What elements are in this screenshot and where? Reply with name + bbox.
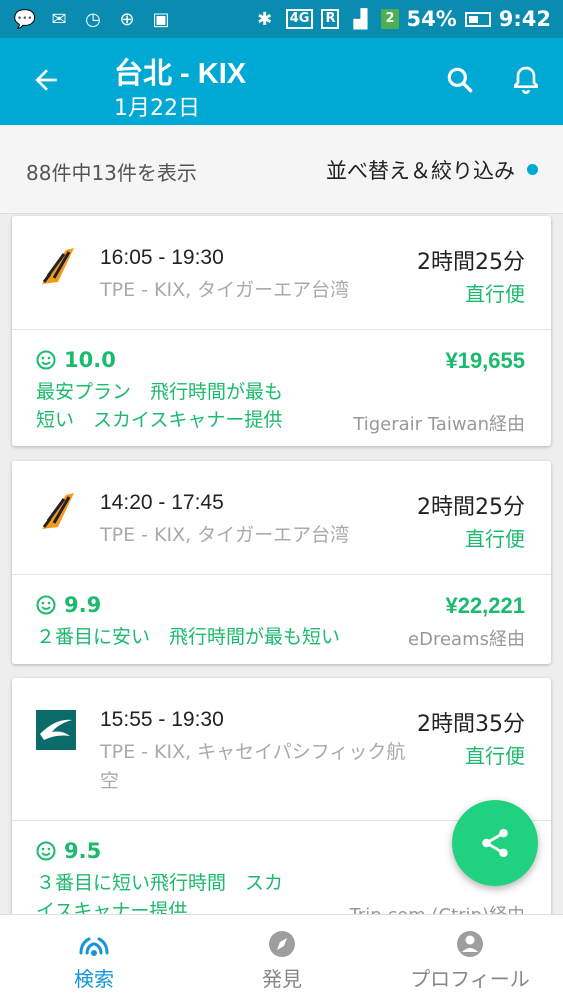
filter-indicator-dot [527,164,538,175]
flight-duration: 2時間25分 [417,495,525,520]
sort-filter-button[interactable]: 並べ替え＆絞り込み [326,155,515,185]
signal-icon: ▟ [353,8,368,30]
direct-flight-label: 直行便 [465,527,525,551]
flight-card[interactable]: 16:05 - 19:30 TPE - KIX, タイガーエア台湾 2時間25分… [12,216,551,446]
flight-route: TPE - KIX, タイガーエア台湾 [100,279,350,301]
page-title: 台北 - KIX [114,58,247,90]
bluetooth-icon: ✱ [257,8,273,30]
train-icon: ▣ [152,8,170,30]
price: ¥22,221 [445,593,525,618]
roaming-badge: R [321,9,340,29]
travel-date: 1月22日 [114,96,200,121]
direct-flight-label: 直行便 [465,282,525,306]
rating-score: 10.0 [36,348,116,372]
rating-score: 9.9 [36,593,101,617]
flight-duration: 2時間35分 [417,712,525,737]
smile-icon [36,595,56,615]
bottom-navigation: 検索 発見 プロフィール [0,914,563,1000]
tags-line: ２番目に安い 飛行時間が最も短い [36,626,341,648]
result-count: 88件中13件を表示 [26,161,197,185]
smile-icon [36,350,56,370]
tags-line: ３番目に短い飛行時間 スカ [36,872,284,894]
nav-label: 検索 [74,967,114,991]
skyscanner-icon [79,937,109,956]
chat-notification-icon: 💬 [13,8,37,30]
score-value: 9.5 [64,839,102,863]
route-line: 空 [100,770,120,792]
clock: 9:42 [498,7,551,31]
flight-times: 14:20 - 17:45 [100,491,224,514]
bell-icon[interactable] [510,64,542,96]
app-bar: 台北 - KIX 1月22日 [0,38,563,125]
download-icon: ⊕ [119,8,135,30]
arrow-left-icon[interactable] [30,64,62,96]
nav-profile[interactable]: プロフィール [376,915,563,1000]
score-value: 10.0 [64,348,116,372]
booking-provider: Tigerair Taiwan経由 [353,414,525,435]
network-type-badge: 4G [285,9,314,29]
alarm-icon: ◷ [85,8,101,30]
flight-card[interactable]: 14:20 - 17:45 TPE - KIX, タイガーエア台湾 2時間25分… [12,461,551,664]
cathay-pacific-logo-icon [36,710,76,750]
rating-score: 9.5 [36,839,101,863]
share-icon [482,828,508,858]
flight-route: TPE - KIX, キャセイパシフィック航 空 [100,738,440,796]
price: ¥19,655 [445,348,525,373]
direct-flight-label: 直行便 [465,744,525,768]
status-bar: 💬 ✉ ◷ ⊕ ▣ ✱ 4G R ▟ 2 54% 9:42 [0,0,563,38]
results-summary-bar: 88件中13件を表示 並べ替え＆絞り込み [0,125,563,214]
flight-route: TPE - KIX, タイガーエア台湾 [100,524,350,546]
battery-percent: 54% [406,7,457,31]
profile-icon [457,931,483,957]
battery-icon [464,11,491,27]
nav-label: プロフィール [410,967,530,991]
sim2-badge: 2 [381,9,399,29]
smile-icon [36,841,56,861]
tags-line: 短い スカイスキャナー提供 [36,409,283,431]
score-value: 9.9 [64,593,102,617]
gmail-icon: ✉ [51,8,67,30]
compass-icon [269,931,295,957]
route-line: TPE - KIX, キャセイパシフィック航 [100,741,406,763]
share-button[interactable] [452,800,538,886]
badge-tags: ２番目に安い 飛行時間が最も短い [36,623,340,651]
flight-duration: 2時間25分 [417,250,525,275]
booking-provider: eDreams経由 [408,629,525,650]
nav-discover[interactable]: 発見 [188,915,376,1000]
nav-search[interactable]: 検索 [0,915,188,1000]
flight-times: 15:55 - 19:30 [100,708,224,731]
flight-times: 16:05 - 19:30 [100,246,224,269]
tags-line: 最安プラン 飛行時間が最も [36,381,284,403]
nav-label: 発見 [262,967,302,991]
tigerair-logo-icon [42,248,74,284]
badge-tags: 最安プラン 飛行時間が最も 短い スカイスキャナー提供 [36,378,283,434]
tigerair-logo-icon [42,493,74,529]
search-icon[interactable] [444,64,476,96]
